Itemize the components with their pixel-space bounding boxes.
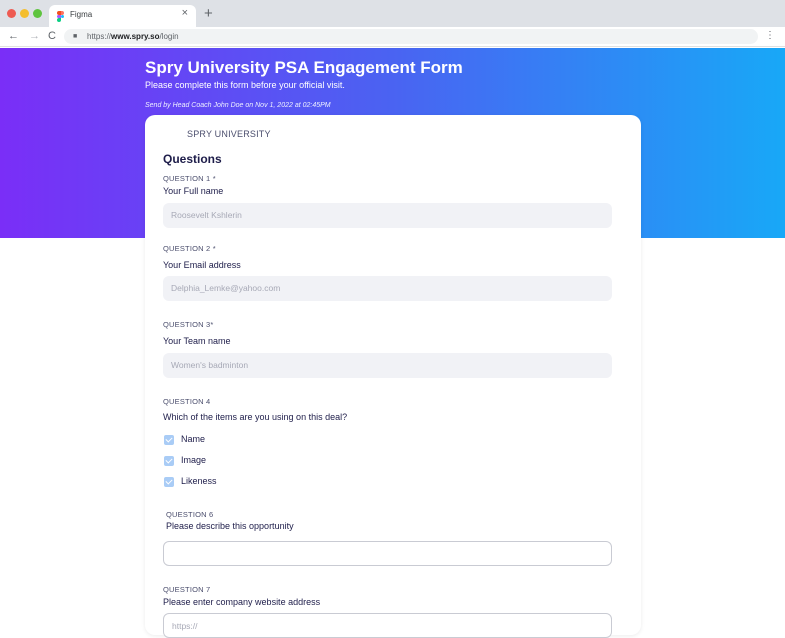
maximize-window-button[interactable] bbox=[33, 9, 42, 18]
minimize-window-button[interactable] bbox=[20, 9, 29, 18]
forward-arrow-icon[interactable]: → bbox=[29, 29, 40, 43]
website-address-placeholder: https:// bbox=[172, 621, 198, 631]
url-text: https://www.spry.so/login bbox=[87, 32, 179, 41]
checkbox-checked-icon[interactable] bbox=[164, 435, 174, 445]
back-arrow-icon[interactable]: ← bbox=[8, 29, 19, 43]
option-label: Likeness bbox=[181, 476, 217, 486]
full-name-value: Roosevelt Kshlerin bbox=[171, 210, 242, 220]
full-name-field[interactable]: Roosevelt Kshlerin bbox=[163, 203, 612, 228]
sent-by-meta: Send by Head Coach John Doe on Nov 1, 20… bbox=[145, 102, 331, 109]
figma-icon bbox=[57, 11, 64, 22]
section-title: Questions bbox=[163, 152, 222, 166]
question-4-number: QUESTION 4 bbox=[163, 397, 211, 406]
question-3-text: Your Team name bbox=[163, 336, 231, 346]
question-1-number: QUESTION 1 * bbox=[163, 174, 216, 183]
question-4-text: Which of the items are you using on this… bbox=[163, 412, 348, 422]
checkbox-checked-icon[interactable] bbox=[164, 477, 174, 487]
close-window-button[interactable] bbox=[7, 9, 16, 18]
checkbox-checked-icon[interactable] bbox=[164, 456, 174, 466]
email-field[interactable]: Delphia_Lemke@yahoo.com bbox=[163, 276, 612, 301]
new-tab-button[interactable]: + bbox=[204, 6, 213, 21]
form-title: Spry University PSA Engagement Form bbox=[145, 58, 463, 77]
browser-tab[interactable]: Figma × bbox=[49, 5, 196, 27]
reload-icon[interactable]: C bbox=[48, 29, 56, 43]
tab-close-icon[interactable]: × bbox=[182, 8, 188, 19]
url-input[interactable]: ■ https://www.spry.so/login bbox=[64, 29, 758, 44]
question-6-number: QUESTION 6 bbox=[166, 510, 214, 519]
brand-name: SPRY UNIVERSITY bbox=[187, 129, 271, 139]
question-7-text: Please enter company website address bbox=[163, 597, 321, 607]
question-6-text: Please describe this opportunity bbox=[166, 521, 294, 531]
opportunity-description-field[interactable] bbox=[163, 541, 612, 566]
team-name-field[interactable]: Women's badminton bbox=[163, 353, 612, 378]
question-1-text: Your Full name bbox=[163, 186, 224, 196]
email-value: Delphia_Lemke@yahoo.com bbox=[171, 283, 281, 293]
option-label: Name bbox=[181, 434, 206, 444]
question-2-text: Your Email address bbox=[163, 260, 241, 270]
browser-tab-bar: Figma × + bbox=[0, 0, 785, 27]
form-card: SPRY UNIVERSITY Questions QUESTION 1 * Y… bbox=[145, 115, 641, 638]
question-7-number: QUESTION 7 bbox=[163, 585, 211, 594]
form-subtitle: Please complete this form before your of… bbox=[145, 80, 345, 90]
lock-icon: ■ bbox=[73, 33, 78, 40]
question-2-number: QUESTION 2 * bbox=[163, 244, 216, 253]
browser-menu-icon[interactable]: ⋮ bbox=[765, 30, 775, 42]
question-3-number: QUESTION 3* bbox=[163, 320, 214, 329]
tab-title: Figma bbox=[70, 10, 93, 19]
option-label: Image bbox=[181, 455, 207, 465]
website-address-field[interactable]: https:// bbox=[163, 613, 612, 638]
team-name-value: Women's badminton bbox=[171, 360, 249, 370]
browser-address-bar: ← → C ■ https://www.spry.so/login ⋮ bbox=[0, 27, 785, 47]
